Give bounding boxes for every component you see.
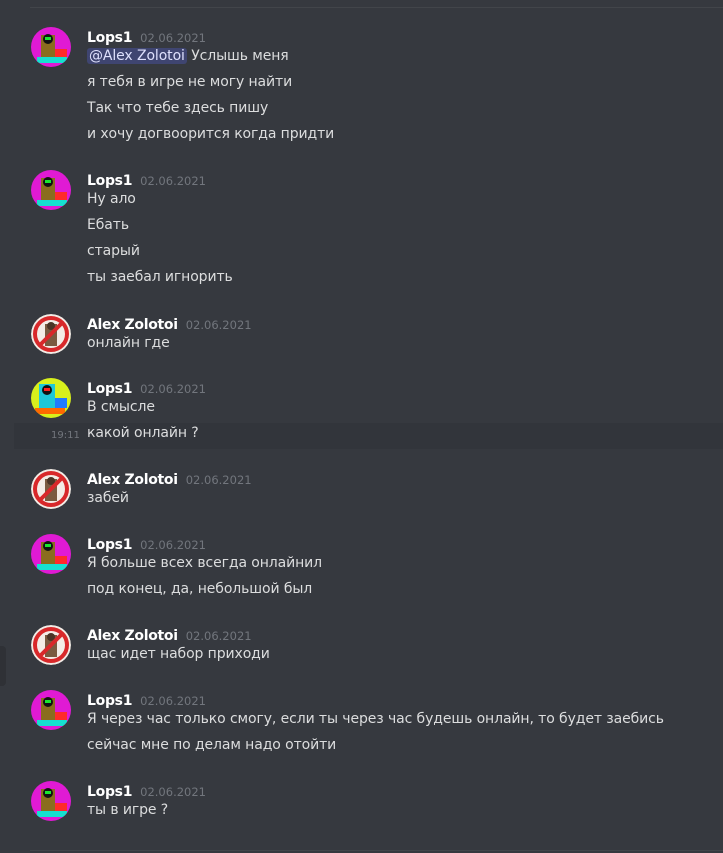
message-line: Я через час только смогу, если ты через … xyxy=(87,711,664,727)
avatar[interactable] xyxy=(31,314,71,354)
message-header: Alex Zolotoi 02.06.2021 xyxy=(87,469,252,489)
message-line: под конец, да, небольшой был xyxy=(87,581,313,597)
message-timestamp: 02.06.2021 xyxy=(140,382,206,396)
lops1-avatar-alt-icon xyxy=(31,378,71,418)
message-line: @Alex Zolotoi Услышь меня xyxy=(87,48,289,64)
author-name[interactable]: Lops1 xyxy=(87,381,132,397)
message-line: и хочу догвоорится когда придти xyxy=(87,126,335,142)
message-timestamp: 02.06.2021 xyxy=(185,473,252,487)
message-line: В смысле xyxy=(87,399,155,415)
avatar[interactable] xyxy=(31,469,71,509)
message-line: сейчас мне по делам надо отойти xyxy=(87,737,337,753)
alex-avatar-icon xyxy=(31,314,71,354)
author-name[interactable]: Alex Zolotoi xyxy=(87,317,178,333)
avatar[interactable] xyxy=(31,534,71,574)
avatar[interactable] xyxy=(31,781,71,821)
message-line: Ну ало xyxy=(87,191,136,207)
author-name[interactable]: Lops1 xyxy=(87,693,132,709)
message-line: щас идет набор приходи xyxy=(87,646,270,662)
message-line: я тебя в игре не могу найти xyxy=(87,74,293,90)
avatar[interactable] xyxy=(31,625,71,665)
avatar[interactable] xyxy=(31,690,71,730)
message-header: Alex Zolotoi 02.06.2021 xyxy=(87,625,252,645)
message-line: какой онлайн ? xyxy=(87,425,199,441)
lops1-avatar-icon xyxy=(31,781,71,821)
author-name[interactable]: Alex Zolotoi xyxy=(87,628,178,644)
message-line: старый xyxy=(87,243,140,259)
author-name[interactable]: Alex Zolotoi xyxy=(87,472,178,488)
message-header: Lops1 02.06.2021 xyxy=(87,781,206,801)
lops1-avatar-icon xyxy=(31,27,71,67)
message-line: Так что тебе здесь пишу xyxy=(87,100,269,116)
bottom-divider xyxy=(30,850,723,851)
scroll-nub[interactable] xyxy=(0,646,6,686)
message-timestamp: 02.06.2021 xyxy=(140,694,206,708)
alex-avatar-icon xyxy=(31,469,71,509)
author-name[interactable]: Lops1 xyxy=(87,784,132,800)
message-line: онлайн где xyxy=(87,335,170,351)
message-timestamp: 02.06.2021 xyxy=(140,31,206,45)
message-header: Lops1 02.06.2021 xyxy=(87,27,206,47)
message-text: Услышь меня xyxy=(191,48,289,64)
message-timestamp: 02.06.2021 xyxy=(140,174,206,188)
message-line: Я больше всех всегда онлайнил xyxy=(87,555,323,571)
lops1-avatar-icon xyxy=(31,170,71,210)
message-line: ты заебал игнорить xyxy=(87,269,233,285)
message-timestamp: 02.06.2021 xyxy=(185,318,252,332)
avatar[interactable] xyxy=(31,27,71,67)
author-name[interactable]: Lops1 xyxy=(87,30,132,46)
message-timestamp: 02.06.2021 xyxy=(140,785,206,799)
alex-avatar-icon xyxy=(31,625,71,665)
message-timestamp: 02.06.2021 xyxy=(185,629,252,643)
message-header: Lops1 02.06.2021 xyxy=(87,378,206,398)
hover-timestamp: 19:11 xyxy=(51,430,80,441)
message-header: Lops1 02.06.2021 xyxy=(87,170,206,190)
message-timestamp: 02.06.2021 xyxy=(140,538,206,552)
author-name[interactable]: Lops1 xyxy=(87,537,132,553)
top-divider xyxy=(30,7,723,8)
message-line: Ебать xyxy=(87,217,129,233)
message-line: ты в игре ? xyxy=(87,802,169,818)
avatar[interactable] xyxy=(31,170,71,210)
lops1-avatar-icon xyxy=(31,534,71,574)
author-name[interactable]: Lops1 xyxy=(87,173,132,189)
message-header: Alex Zolotoi 02.06.2021 xyxy=(87,314,252,334)
lops1-avatar-icon xyxy=(31,690,71,730)
user-mention[interactable]: @Alex Zolotoi xyxy=(87,48,187,64)
message-header: Lops1 02.06.2021 xyxy=(87,534,206,554)
message-header: Lops1 02.06.2021 xyxy=(87,690,206,710)
avatar[interactable] xyxy=(31,378,71,418)
message-line: забей xyxy=(87,490,129,506)
